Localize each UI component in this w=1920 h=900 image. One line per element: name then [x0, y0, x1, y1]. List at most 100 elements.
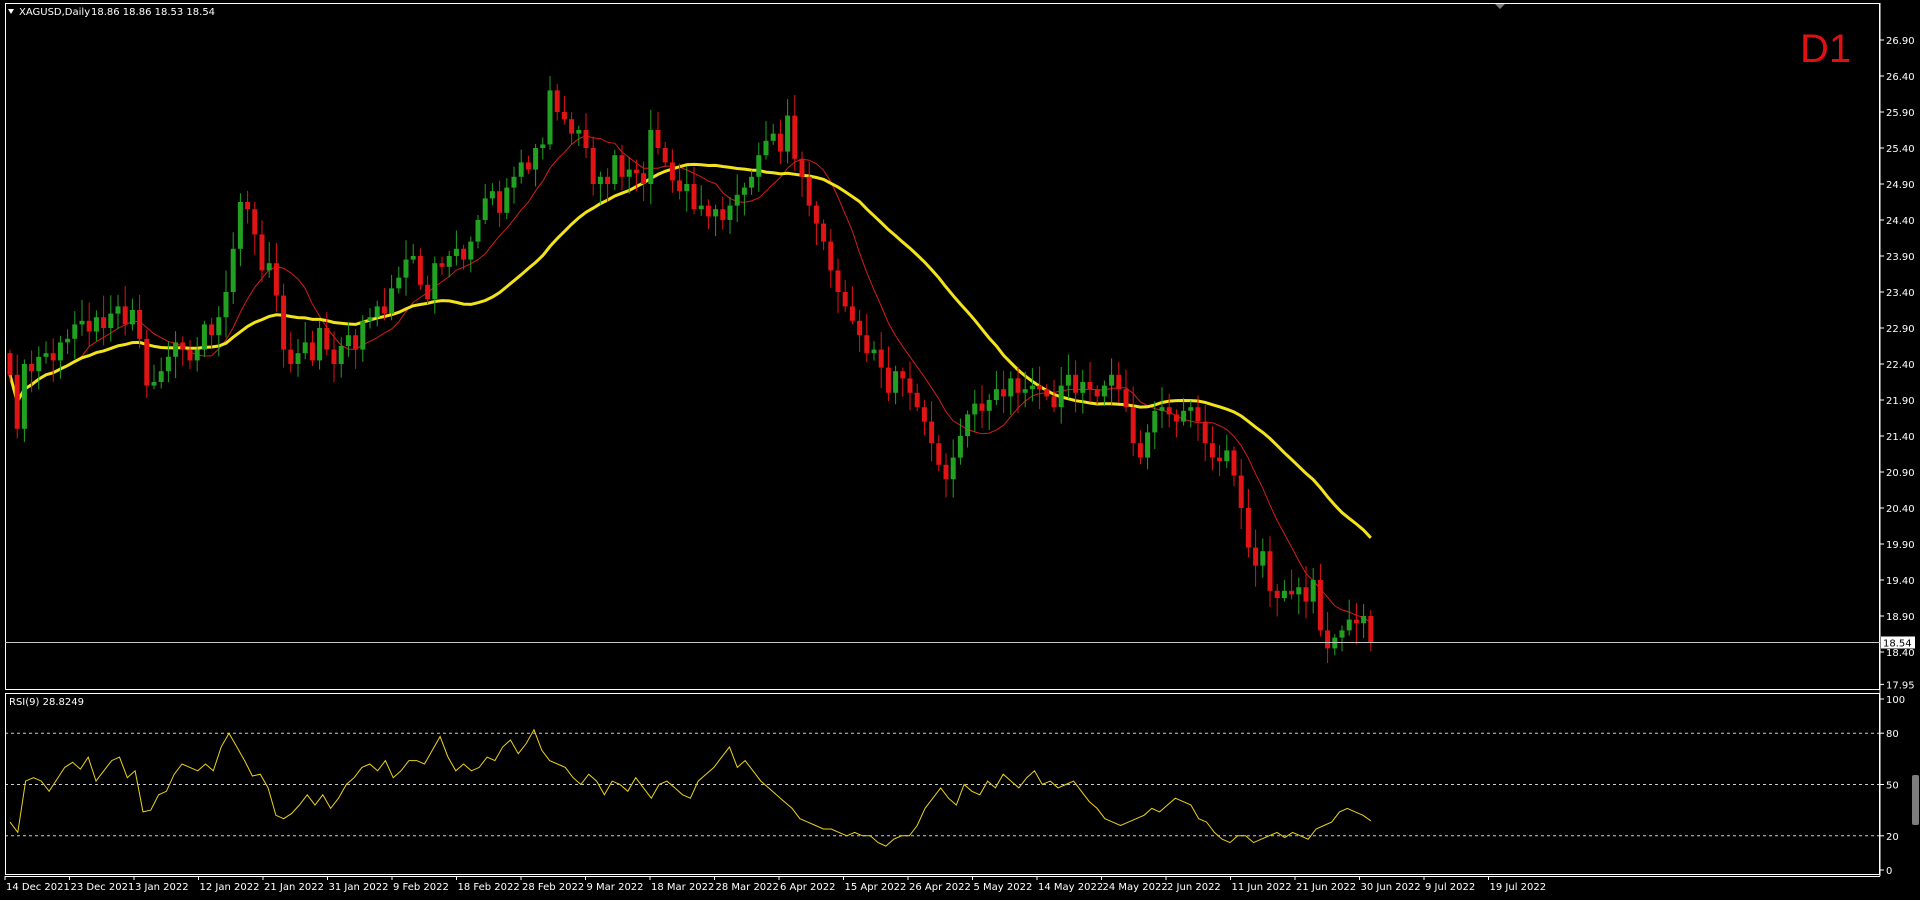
- candle-body: [763, 140, 769, 156]
- candle-body: [713, 209, 719, 217]
- candle-body: [871, 349, 877, 354]
- candle-body: [554, 90, 560, 112]
- candle-body: [698, 205, 704, 210]
- candle-body: [317, 328, 323, 361]
- candle-body: [1274, 590, 1280, 598]
- candle-body: [914, 392, 920, 408]
- candle-body: [245, 202, 251, 210]
- rsi-tick-label: 0: [1886, 866, 1892, 877]
- timeframe-badge: D1: [1800, 27, 1851, 71]
- time-tick-label: 5 May 2022: [974, 882, 1033, 893]
- price-tick-label: 25.40: [1886, 144, 1915, 155]
- candle-body: [1015, 378, 1021, 393]
- price-tick-label: 24.40: [1886, 216, 1915, 227]
- candle-body: [7, 353, 13, 375]
- price-tick-label: 17.95: [1886, 680, 1915, 691]
- chart-shift-marker-icon[interactable]: [1495, 4, 1505, 9]
- candle-body: [1260, 551, 1266, 566]
- candle-body: [1123, 389, 1129, 408]
- candle-body: [612, 155, 618, 184]
- candle-body: [1087, 382, 1093, 390]
- candle-body: [72, 324, 78, 339]
- rsi-tick-label: 80: [1886, 729, 1899, 740]
- time-tick-label: 9 Jul 2022: [1425, 882, 1475, 893]
- candle-body: [878, 349, 884, 368]
- candle-body: [338, 346, 344, 364]
- candle-body: [1325, 630, 1331, 649]
- candle-body: [583, 130, 589, 148]
- candle-body: [677, 180, 683, 192]
- scroll-handle[interactable]: [1912, 775, 1919, 825]
- candle-body: [1044, 389, 1050, 397]
- candle-body: [295, 353, 301, 364]
- candle-body: [173, 342, 179, 357]
- candle-body: [749, 176, 755, 188]
- candle-body: [432, 263, 438, 300]
- candle-body: [259, 234, 265, 271]
- time-tick-label: 23 Dec 2021: [71, 882, 135, 893]
- candle-body: [1296, 587, 1302, 595]
- moving-averages: [8, 135, 1372, 624]
- candle-body: [1022, 389, 1028, 393]
- time-tick-label: 3 Jan 2022: [135, 882, 189, 893]
- candle-body: [309, 342, 315, 361]
- time-tick-label: 14 May 2022: [1038, 882, 1103, 893]
- candle-body: [950, 457, 956, 480]
- candle-body: [813, 205, 819, 224]
- candle-body: [511, 176, 517, 188]
- candle-body: [561, 112, 567, 120]
- candle-body: [187, 349, 193, 361]
- candle-body: [655, 130, 661, 148]
- trading-chart[interactable]: 26.90 26.40 25.90 25.40 24.90 24.40 23.90 23.40…: [0, 0, 1920, 900]
- candle-body: [273, 263, 279, 296]
- candle-body: [1166, 407, 1172, 415]
- candle-body: [1353, 619, 1359, 624]
- candle-body: [1109, 374, 1115, 386]
- candle-body: [705, 205, 711, 217]
- candle-body: [489, 191, 495, 199]
- candle-body: [1303, 587, 1309, 602]
- candle-body: [777, 133, 783, 152]
- candle-body: [425, 284, 431, 300]
- candle-body: [21, 364, 27, 429]
- time-tick-label: 11 Jun 2022: [1232, 882, 1292, 893]
- candle-body: [936, 443, 942, 465]
- price-tick-label: 20.40: [1886, 504, 1915, 515]
- candle-body: [741, 187, 747, 195]
- candle-body: [108, 313, 114, 328]
- candle-body: [1253, 547, 1259, 566]
- candle-body: [252, 209, 258, 235]
- candle-body: [345, 335, 351, 346]
- candle-body: [1094, 389, 1100, 397]
- price-tick-label: 20.90: [1886, 468, 1915, 479]
- candle-body: [1065, 374, 1071, 386]
- ma-slow-line: [8, 162, 1372, 539]
- price-tick-label: 26.90: [1886, 36, 1915, 47]
- candle-body: [1051, 396, 1057, 408]
- candle-body: [302, 342, 308, 354]
- time-tick-label: 26 Apr 2022: [909, 882, 971, 893]
- time-tick-label: 21 Jan 2022: [264, 882, 324, 893]
- candle-body: [1116, 374, 1122, 390]
- current-price-label: 18.54: [1883, 639, 1912, 650]
- price-tick-label: 23.40: [1886, 288, 1915, 299]
- price-tick-label: 26.40: [1886, 72, 1915, 83]
- candle-body: [439, 263, 445, 267]
- candle-body: [857, 320, 863, 336]
- symbol-menu-icon[interactable]: [8, 9, 14, 14]
- candle-body: [849, 306, 855, 321]
- candle-body: [1231, 450, 1237, 476]
- candle-body: [720, 209, 726, 220]
- candle-body: [504, 187, 510, 213]
- candle-body: [799, 158, 805, 177]
- candle-body: [1202, 421, 1208, 444]
- candle-body: [50, 353, 56, 361]
- rsi-tick-label: 20: [1886, 832, 1899, 843]
- candle-body: [461, 248, 467, 260]
- candle-body: [482, 198, 488, 220]
- candle-body: [57, 342, 63, 361]
- candle-body: [381, 306, 387, 314]
- candle-body: [101, 317, 107, 328]
- candle-body: [1145, 432, 1151, 458]
- candle-body: [1001, 389, 1007, 397]
